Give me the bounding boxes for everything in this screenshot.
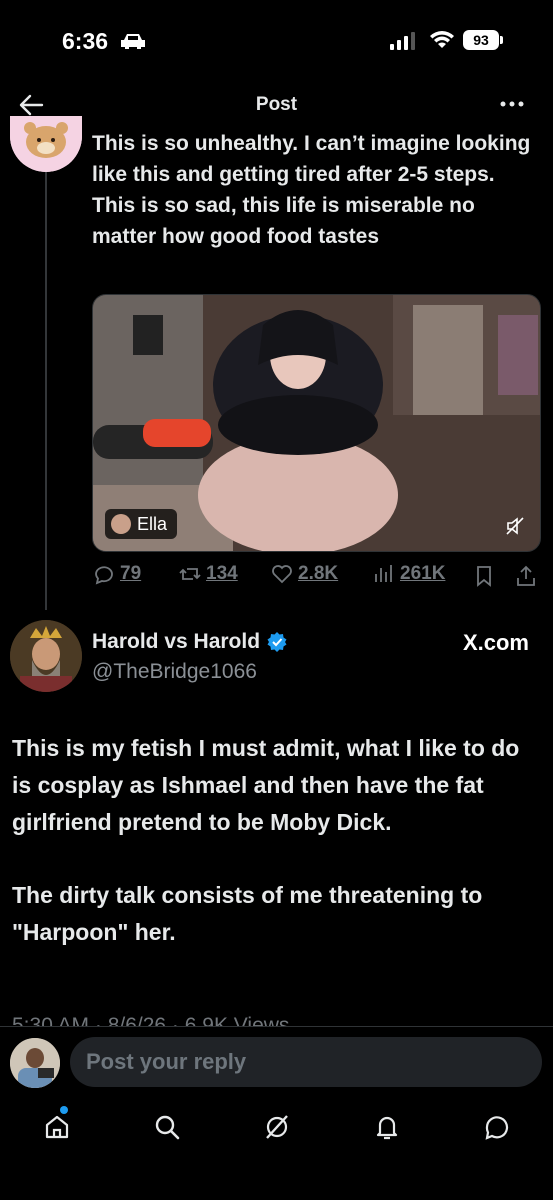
views-count: 261K [400, 563, 446, 584]
repost-count: 134 [206, 563, 238, 584]
media-tag[interactable]: Ella [105, 509, 178, 539]
like-count: 2.8K [298, 563, 339, 584]
post-actions: 79 134 2.8K 261K [92, 562, 547, 592]
car-icon [121, 34, 145, 49]
bottom-nav [0, 1100, 553, 1160]
reply-count: 79 [120, 563, 142, 584]
notification-dot [60, 1106, 68, 1114]
reply-action[interactable]: 79 [92, 562, 141, 586]
views-action[interactable]: 261K [372, 562, 445, 586]
like-icon [272, 565, 292, 584]
post-text: This is so unhealthy. I can’t imagine lo… [92, 132, 531, 248]
home-icon[interactable] [42, 1112, 72, 1142]
source-label: X.com [462, 630, 529, 655]
battery-indicator: 93 [463, 30, 499, 50]
views-icon [375, 565, 392, 582]
post-media[interactable]: Ella [92, 294, 541, 552]
thread-line [45, 170, 47, 610]
author-name-text: Harold vs Harold [92, 630, 261, 653]
messages-icon[interactable] [482, 1112, 512, 1142]
tweet-meta: 5:30 AM · 8/6/26 · 6.9K Views [12, 1014, 290, 1026]
signal-icon [390, 32, 415, 50]
reply-input[interactable] [70, 1037, 542, 1087]
mute-icon[interactable] [504, 515, 526, 537]
tag-avatar [111, 514, 131, 534]
bookmark-icon[interactable] [472, 564, 496, 588]
wifi-icon [430, 31, 454, 48]
quoted-paragraph-1: This is my fetish I must admit, what I l… [12, 735, 520, 835]
quoted-paragraph-2: The dirty talk consists of me threatenin… [12, 882, 483, 945]
author-name: Harold vs Harold [92, 630, 288, 654]
search-icon[interactable] [152, 1112, 182, 1142]
battery-tip [500, 36, 503, 44]
page-title: Post [255, 94, 298, 115]
notifications-icon[interactable] [372, 1112, 402, 1142]
repost-icon [179, 568, 201, 580]
status-time: 6:36 [62, 28, 109, 54]
repost-action[interactable]: 134 [178, 562, 238, 586]
user-avatar[interactable] [10, 1038, 60, 1088]
status-bar: 6:36 93 [0, 0, 553, 80]
reply-icon [95, 566, 113, 585]
more-icon[interactable] [498, 94, 526, 114]
author-handle: @TheBridge1066 [92, 660, 257, 683]
media-tag-label: Ella [137, 513, 168, 534]
share-icon[interactable] [514, 564, 538, 588]
verified-icon [267, 632, 287, 652]
divider [0, 1026, 553, 1027]
top-bar: Post [0, 82, 553, 128]
quoted-tweet-text: This is my fetish I must admit, what I l… [12, 730, 542, 951]
avatar[interactable] [10, 116, 82, 172]
grok-icon[interactable] [262, 1112, 292, 1142]
like-action[interactable]: 2.8K [270, 562, 338, 586]
author-avatar[interactable] [10, 620, 82, 692]
